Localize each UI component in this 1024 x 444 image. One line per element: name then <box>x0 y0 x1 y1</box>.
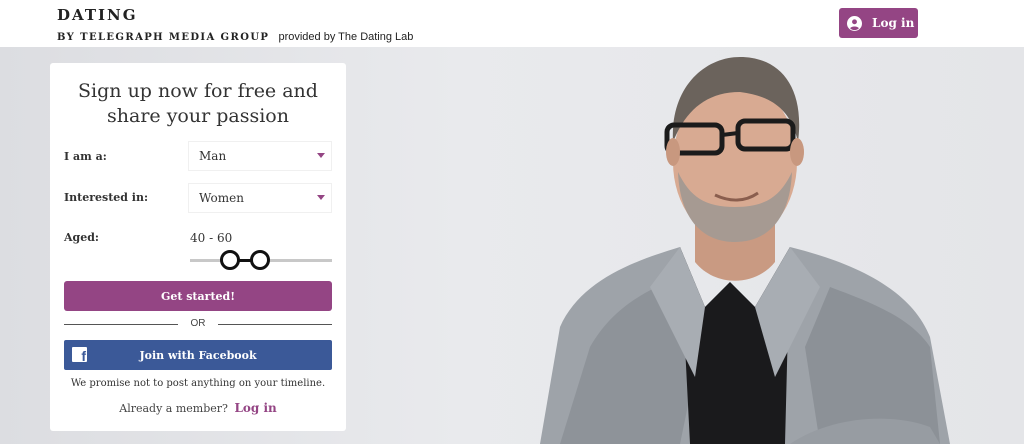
brand-subtitle: BY TELEGRAPH MEDIA GROUP provided by The… <box>57 25 413 44</box>
get-started-button[interactable]: Get started! <box>64 281 332 311</box>
brand-logo[interactable]: DATING BY TELEGRAPH MEDIA GROUP provided… <box>57 6 413 43</box>
iam-select-value: Man <box>199 149 227 163</box>
facebook-icon: f <box>72 347 87 363</box>
age-slider-max-handle[interactable] <box>250 250 270 270</box>
caret-down-icon <box>317 153 325 158</box>
signup-card: Sign up now for free and share your pass… <box>50 63 346 431</box>
header-login-label: Log in <box>872 16 915 30</box>
join-facebook-label: Join with Facebook <box>139 348 257 362</box>
interested-select[interactable]: Women <box>188 183 332 213</box>
aged-label: Aged: <box>64 231 99 244</box>
site-header: DATING BY TELEGRAPH MEDIA GROUP provided… <box>0 0 1024 47</box>
caret-down-icon <box>317 195 325 200</box>
user-circle-icon <box>847 15 862 31</box>
or-label: OR <box>190 318 206 329</box>
age-slider-min-handle[interactable] <box>220 250 240 270</box>
iam-select[interactable]: Man <box>188 141 332 171</box>
join-facebook-button[interactable]: f Join with Facebook <box>64 340 332 370</box>
iam-label: I am a: <box>64 150 107 163</box>
header-login-button[interactable]: Log in <box>839 8 918 38</box>
already-member-text: Already a member? <box>119 402 228 415</box>
signup-title: Sign up now for free and share your pass… <box>78 80 318 127</box>
already-member: Already a member? Log in <box>50 401 346 415</box>
hero-man-photo <box>540 57 950 444</box>
brand-title: DATING <box>57 6 138 24</box>
age-range-value: 40 - 60 <box>190 231 233 245</box>
brand-group: BY TELEGRAPH MEDIA GROUP <box>57 32 270 43</box>
or-divider-left <box>64 324 178 325</box>
interested-label: Interested in: <box>64 191 149 204</box>
member-login-link[interactable]: Log in <box>234 401 276 415</box>
privacy-promise: We promise not to post anything on your … <box>70 378 326 389</box>
interested-select-value: Women <box>199 191 244 205</box>
or-divider-right <box>218 324 332 325</box>
brand-provided: provided by The Dating Lab <box>278 31 414 43</box>
